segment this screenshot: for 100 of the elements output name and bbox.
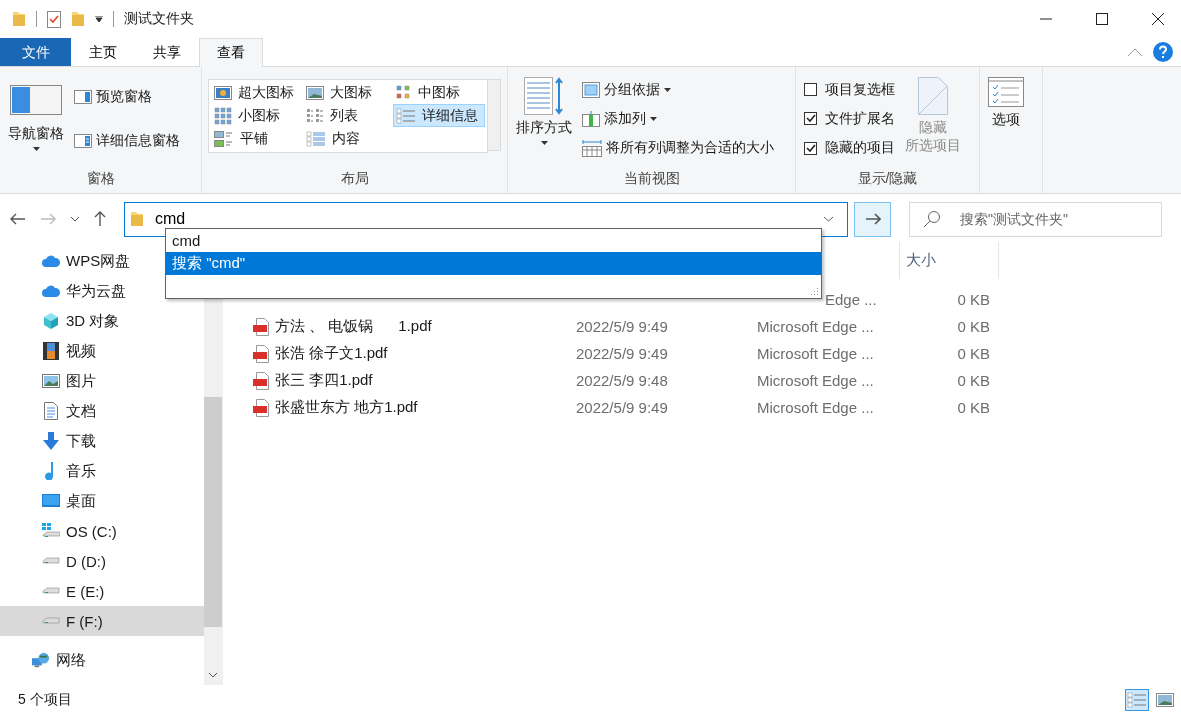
new-folder-icon[interactable] — [71, 11, 85, 27]
navigation-pane-icon — [10, 85, 62, 115]
content-view-icon — [306, 130, 326, 147]
date-cell-text: 2022/5/9 9:48 — [576, 372, 669, 389]
column-header[interactable]: 大小 — [899, 242, 999, 279]
ribbon-tab[interactable]: 查看 — [199, 38, 263, 67]
network-icon — [32, 651, 50, 669]
details-view-button[interactable] — [1125, 688, 1149, 711]
checkmark-icon — [805, 143, 816, 153]
close-icon — [1151, 12, 1165, 26]
sidebar-item[interactable]: 3D 对象 — [0, 306, 204, 336]
go-button[interactable] — [854, 201, 891, 237]
size-cell-text: 0 KB — [956, 318, 990, 335]
caret-icon — [32, 147, 40, 151]
window-title: 测试文件夹 — [124, 10, 194, 28]
layout-option[interactable]: 中图标 — [393, 81, 485, 104]
forward-icon — [40, 213, 56, 225]
large-icons-icon — [306, 85, 324, 100]
sidebar-item[interactable]: E (E:) — [0, 576, 204, 606]
sort-by-button[interactable]: 排序方式 — [514, 71, 574, 167]
date-cell-text: 2022/5/9 9:49 — [576, 399, 669, 416]
pdf-file-icon — [253, 317, 269, 336]
sidebar-item[interactable]: D (D:) — [0, 546, 204, 576]
pdf-file-icon — [253, 398, 269, 417]
sidebar-item[interactable]: 视频 — [0, 336, 204, 366]
customize-caret-icon[interactable] — [95, 16, 103, 22]
collapse-ribbon-icon[interactable] — [1127, 47, 1143, 57]
drive-icon — [42, 587, 60, 595]
checkbox[interactable]: 项目复选框 — [802, 78, 897, 101]
arrow-icon — [864, 213, 881, 225]
sidebar-item[interactable]: F (F:) — [0, 606, 204, 636]
document-icon — [44, 402, 58, 420]
size-cell-text: 0 KB — [956, 372, 990, 389]
sidebar-item[interactable]: 网络 — [0, 645, 204, 675]
maximize-icon — [1096, 13, 1108, 25]
date-cell-text: 2022/5/9 9:49 — [576, 345, 669, 362]
medium-icons-icon — [396, 84, 412, 101]
type-cell-text: Microsoft Edge ... — [757, 372, 875, 389]
pane-button[interactable]: 预览窗格 — [72, 86, 182, 108]
group-by-icon — [582, 81, 600, 98]
pane-button[interactable]: 详细信息窗格 — [72, 130, 182, 152]
file-name[interactable]: 张三 李四1.pdf — [275, 371, 373, 390]
file-menu-tab[interactable]: 文件 — [0, 38, 71, 66]
layout-option[interactable]: 内容 — [303, 127, 389, 150]
options-button[interactable]: 选项 — [986, 71, 1026, 193]
checkbox[interactable]: 隐藏的项目 — [802, 137, 897, 160]
gallery-scrollbar[interactable] — [488, 79, 501, 151]
tiles-icon — [214, 130, 234, 147]
search-icon — [923, 209, 941, 228]
file-name[interactable]: 方法 、 电饭锅 1.pdf — [275, 317, 432, 336]
layout-option[interactable]: 小图标 — [211, 104, 299, 127]
ribbon-tab[interactable]: 主页 — [71, 38, 135, 66]
layout-option[interactable]: 列表 — [303, 104, 389, 127]
search-field[interactable]: 搜索"测试文件夹" — [909, 201, 1162, 237]
help-icon[interactable] — [1153, 42, 1173, 62]
view-command-button[interactable]: 分组依据 — [580, 78, 776, 101]
sidebar-item[interactable]: OS (C:) — [0, 516, 204, 546]
view-command-button[interactable]: 添加列 — [580, 108, 776, 130]
group-label: 窗格 — [85, 169, 116, 188]
sidebar-item[interactable]: 桌面 — [0, 486, 204, 516]
layout-option[interactable]: 大图标 — [303, 81, 389, 104]
scrollbar-thumb[interactable] — [204, 397, 222, 627]
add-column-icon — [582, 111, 600, 127]
properties-icon[interactable] — [47, 10, 61, 28]
caret-icon — [540, 141, 548, 145]
view-command-button[interactable]: 将所有列调整为合适的大小 — [580, 137, 776, 160]
layout-option[interactable]: 超大图标 — [211, 81, 299, 104]
ribbon-tab[interactable]: 共享 — [135, 38, 199, 66]
cloud-icon — [42, 255, 60, 267]
file-name[interactable]: 张盛世东方 地方1.pdf — [275, 398, 418, 417]
pdf-file-icon — [253, 344, 269, 363]
folder-icon[interactable] — [12, 11, 26, 27]
item-count: 5 个项目 — [18, 690, 72, 709]
dropdown-caret-icon[interactable] — [823, 215, 834, 222]
cloud-icon — [42, 285, 60, 297]
type-cell-text: Microsoft Edge ... — [757, 345, 875, 362]
resize-grip-icon[interactable] — [810, 287, 819, 296]
checkbox[interactable]: 文件扩展名 — [802, 108, 897, 130]
type-cell-text: Microsoft Edge ... — [757, 399, 875, 416]
sidebar-item[interactable]: 文档 — [0, 396, 204, 426]
fit-columns-icon — [582, 139, 602, 158]
suggestion-item[interactable]: 搜索 "cmd" — [166, 252, 821, 275]
layout-option[interactable]: 详细信息 — [393, 104, 485, 127]
preview-pane-icon — [74, 90, 92, 104]
layout-option[interactable]: 平铺 — [211, 127, 299, 150]
sidebar-item[interactable]: 图片 — [0, 366, 204, 396]
picture-icon — [42, 374, 60, 388]
navigation-pane-button[interactable]: 导航窗格 — [6, 71, 66, 167]
desktop-icon — [42, 494, 60, 508]
file-name[interactable]: 张浩 徐子文1.pdf — [275, 344, 388, 363]
drive-icon — [42, 557, 60, 565]
sidebar-item[interactable]: 音乐 — [0, 456, 204, 486]
type-cell: Edge ... — [825, 291, 877, 308]
sidebar-item[interactable]: 华为云盘 — [0, 276, 204, 306]
checkmark-icon — [805, 114, 816, 124]
group-label: 显示/隐藏 — [856, 169, 919, 188]
drive-icon — [42, 617, 60, 625]
details-view-icon — [396, 107, 416, 124]
sidebar-item[interactable]: 下载 — [0, 426, 204, 456]
large-icons-icon — [1156, 692, 1174, 707]
